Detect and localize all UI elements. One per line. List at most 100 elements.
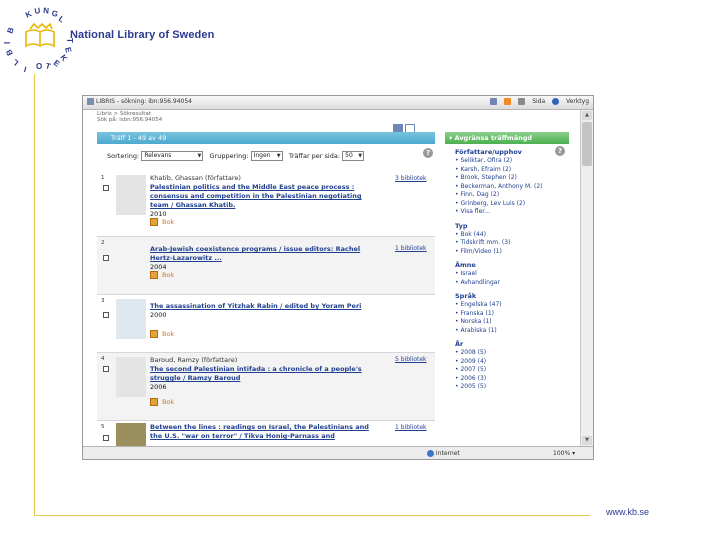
- tool-tools[interactable]: Verktyg: [566, 98, 589, 105]
- facet-item[interactable]: • Norska (1): [455, 318, 569, 327]
- refine-panel: ▾ Avgränsa träffmängd ? Författare/uppho…: [445, 132, 569, 452]
- svg-text:I: I: [23, 64, 27, 73]
- result-holdings-link[interactable]: 1 bibliotek: [395, 245, 427, 252]
- checkbox-icon[interactable]: [103, 255, 109, 261]
- checkbox-icon[interactable]: [103, 435, 109, 441]
- result-number: 2: [101, 240, 105, 246]
- result-row: 4 Baroud, Ramzy (författare) The second …: [97, 353, 435, 421]
- result-title[interactable]: Between the lines : readings on Israel, …: [150, 423, 370, 441]
- svg-text:L: L: [11, 57, 21, 67]
- security-zone: Internet: [427, 450, 460, 457]
- result-range-header: Träff 1 - 49 av 49: [97, 132, 435, 144]
- group-label: Gruppering:: [209, 152, 249, 160]
- result-holdings-link[interactable]: 5 bibliotek: [395, 356, 427, 363]
- rss-icon[interactable]: [504, 98, 512, 105]
- cover-thumbnail: [116, 357, 146, 397]
- result-title[interactable]: Palestinian politics and the Middle East…: [150, 183, 370, 210]
- facet-item[interactable]: • 2006 (3): [455, 375, 569, 384]
- checkbox-icon[interactable]: [103, 185, 109, 191]
- sort-label: Sortering:: [107, 152, 140, 160]
- facet-item[interactable]: • 2009 (4): [455, 358, 569, 367]
- footer-url[interactable]: www.kb.se: [606, 507, 649, 517]
- result-type: Bok: [150, 271, 174, 279]
- facet-item[interactable]: • 2007 (5): [455, 366, 569, 375]
- result-number: 5: [101, 424, 105, 430]
- svg-text:B: B: [5, 26, 16, 35]
- scroll-down-icon[interactable]: ▼: [582, 436, 592, 445]
- page-scrollbar[interactable]: ▲ ▼: [580, 110, 593, 446]
- facet-item[interactable]: • Grinberg, Lev Luis (2): [455, 200, 569, 209]
- result-title[interactable]: Arab-Jewish coexistence programs / issue…: [150, 245, 370, 263]
- per-page-select[interactable]: 50: [342, 151, 365, 161]
- result-meta: Between the lines : readings on Israel, …: [150, 423, 370, 441]
- result-title[interactable]: The second Palestinian intifada : a chro…: [150, 365, 370, 383]
- print-icon[interactable]: [518, 98, 526, 105]
- book-icon: [150, 330, 158, 338]
- result-year: 2004: [150, 263, 167, 271]
- facet-item[interactable]: • Finn, Dag (2): [455, 191, 569, 200]
- facet-group-subject: Ämne • Israel • Avhandlingar: [455, 261, 569, 287]
- facet-heading: Språk: [455, 292, 477, 300]
- svg-text:U: U: [34, 6, 41, 16]
- facet-item[interactable]: • Israel: [455, 270, 569, 279]
- home-icon[interactable]: [490, 98, 498, 105]
- result-meta: Khatib, Ghassan (författare) Palestinian…: [150, 174, 370, 219]
- facet-group-language: Språk • Engelska (47) • Franska (1) • No…: [455, 292, 569, 335]
- result-meta: Baroud, Ramzy (författare) The second Pa…: [150, 356, 370, 392]
- checkbox-icon[interactable]: [103, 366, 109, 372]
- tools-gear-icon[interactable]: [552, 98, 560, 105]
- facet-item[interactable]: • 2008 (5): [455, 349, 569, 358]
- svg-text:O: O: [36, 62, 42, 71]
- result-type: Bok: [150, 398, 174, 406]
- facet-item[interactable]: • Arabiska (1): [455, 327, 569, 336]
- result-meta: Arab-Jewish coexistence programs / issue…: [150, 245, 370, 272]
- facet-item[interactable]: • Bok (44): [455, 231, 569, 240]
- result-holdings-link[interactable]: 1 bibliotek: [395, 424, 427, 431]
- group-select[interactable]: Ingen: [250, 151, 283, 161]
- result-number: 4: [101, 356, 105, 362]
- browser-toolbar: LIBRIS - sökning: ibn:956.94054 Sida Ver…: [83, 96, 593, 110]
- facet-more-link[interactable]: • Visa fler...: [455, 208, 569, 217]
- browser-tools: Sida Verktyg: [485, 98, 589, 105]
- result-holdings-link[interactable]: 3 bibliotek: [395, 175, 427, 182]
- facet-item[interactable]: • Seliktar, Ofira (2): [455, 157, 569, 166]
- tool-page[interactable]: Sida: [532, 98, 545, 105]
- cover-thumbnail: [116, 175, 146, 215]
- facet-item[interactable]: • Franska (1): [455, 310, 569, 319]
- accent-rule-vertical: [34, 74, 35, 516]
- scroll-thumb[interactable]: [582, 122, 592, 166]
- result-author: Baroud, Ramzy (författare): [150, 356, 238, 364]
- accent-rule-horizontal: [34, 515, 590, 516]
- facet-item[interactable]: • Engelska (47): [455, 301, 569, 310]
- result-year: 2000: [150, 311, 167, 319]
- result-title[interactable]: The assassination of Yitzhak Rabin / edi…: [150, 302, 370, 311]
- facet-group-type: Typ • Bok (44) • Tidskrift mm. (3) • Fil…: [455, 222, 569, 257]
- book-icon: [150, 218, 158, 226]
- svg-text:K: K: [24, 9, 33, 20]
- result-meta: The assassination of Yitzhak Rabin / edi…: [150, 302, 370, 320]
- book-icon: [150, 398, 158, 406]
- facet-heading: År: [455, 340, 464, 348]
- globe-icon: [427, 450, 434, 457]
- result-row: 1 Khatib, Ghassan (författare) Palestini…: [97, 172, 435, 237]
- sort-select[interactable]: Relevans: [141, 151, 204, 161]
- result-controls: Sortering: Relevans Gruppering: Ingen Tr…: [107, 151, 365, 161]
- svg-text:E: E: [63, 46, 73, 54]
- facet-item[interactable]: • Tidskrift mm. (3): [455, 239, 569, 248]
- result-year: 2006: [150, 383, 167, 391]
- help-icon[interactable]: ?: [423, 148, 433, 158]
- facet-item[interactable]: • Karsh, Efraim (2): [455, 166, 569, 175]
- facet-item[interactable]: • Beckerman, Anthony M. (2): [455, 183, 569, 192]
- refine-header[interactable]: ▾ Avgränsa träffmängd: [445, 132, 569, 144]
- scroll-up-icon[interactable]: ▲: [582, 111, 592, 120]
- checkbox-icon[interactable]: [103, 312, 109, 318]
- results-list: 1 Khatib, Ghassan (författare) Palestini…: [97, 172, 435, 451]
- per-page-label: Träffar per sida:: [288, 152, 341, 160]
- browser-statusbar: Internet 100% ▾: [83, 446, 593, 459]
- facet-item[interactable]: • Brook, Stephen (2): [455, 174, 569, 183]
- zoom-level[interactable]: 100% ▾: [553, 450, 575, 457]
- facet-item[interactable]: • Avhandlingar: [455, 279, 569, 288]
- facet-item[interactable]: • Film/Video (1): [455, 248, 569, 257]
- browser-tab[interactable]: LIBRIS - sökning: ibn:956.94054: [87, 98, 192, 105]
- facet-item[interactable]: • 2005 (5): [455, 383, 569, 392]
